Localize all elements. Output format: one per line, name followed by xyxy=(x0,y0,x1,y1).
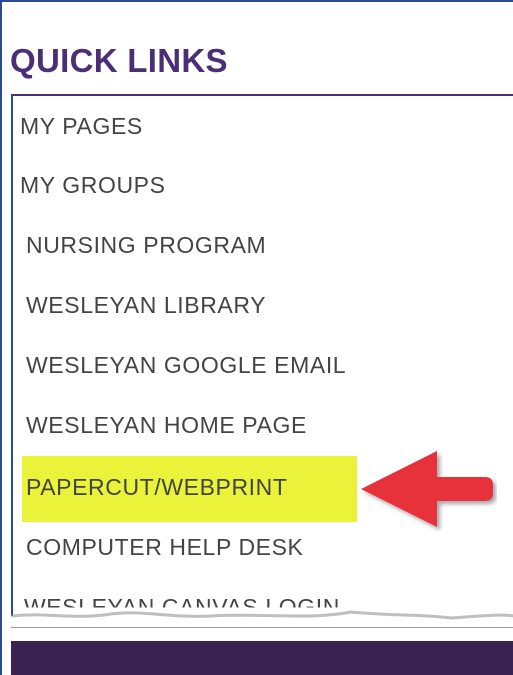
link-wesleyan-library[interactable]: WESLEYAN LIBRARY xyxy=(26,292,266,319)
link-computer-help-desk[interactable]: COMPUTER HELP DESK xyxy=(26,534,304,561)
red-left-arrow-icon xyxy=(361,451,493,527)
quick-links-panel: QUICK LINKS MY PAGES MY GROUPS NURSING P… xyxy=(0,0,513,675)
link-my-pages[interactable]: MY PAGES xyxy=(20,113,143,140)
title-divider xyxy=(11,94,513,96)
list-left-border xyxy=(11,95,13,630)
link-wesleyan-home-page[interactable]: WESLEYAN HOME PAGE xyxy=(26,412,307,439)
link-my-groups[interactable]: MY GROUPS xyxy=(20,172,166,199)
footer-bar xyxy=(11,641,513,675)
link-nursing-program[interactable]: NURSING PROGRAM xyxy=(26,232,266,259)
panel-title: QUICK LINKS xyxy=(10,42,228,79)
torn-edge-overlay xyxy=(11,610,513,634)
link-papercut-webprint[interactable]: PAPERCUT/WEBPRINT xyxy=(26,474,288,501)
list-bottom-divider xyxy=(11,627,513,628)
link-wesleyan-google-email[interactable]: WESLEYAN GOOGLE EMAIL xyxy=(26,352,346,379)
